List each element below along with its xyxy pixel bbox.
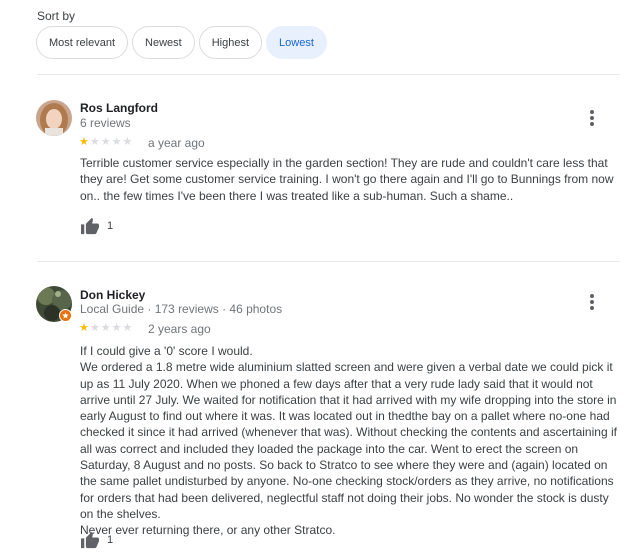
sort-by-label: Sort by <box>37 9 76 23</box>
review-paragraph: Terrible customer service especially in … <box>80 156 614 203</box>
star-rating: ★ ★ ★ ★ ★ <box>79 323 132 334</box>
star-empty-icon: ★ <box>111 322 122 334</box>
sort-chip-newest[interactable]: Newest <box>132 26 195 59</box>
review-text: Terrible customer service especially in … <box>80 155 622 204</box>
sort-chip-most-relevant[interactable]: Most relevant <box>36 26 129 59</box>
star-empty-icon: ★ <box>89 136 100 148</box>
thumb-up-icon <box>81 217 99 235</box>
star-empty-icon: ★ <box>122 136 133 148</box>
review-date: a year ago <box>148 136 205 150</box>
more-vert-icon[interactable] <box>590 110 594 126</box>
review-paragraph: We ordered a 1.8 metre wide aluminium sl… <box>80 360 617 521</box>
like-button[interactable]: 1 <box>80 217 113 235</box>
star-rating: ★ ★ ★ ★ ★ <box>79 137 132 148</box>
sort-chip-lowest[interactable]: Lowest <box>266 26 327 59</box>
local-guide-badge-icon <box>59 309 72 322</box>
sort-chip-highest[interactable]: Highest <box>198 26 263 59</box>
star-filled-icon: ★ <box>79 136 89 148</box>
review-paragraph: If I could give a '0' score I would. <box>80 344 253 358</box>
like-count: 1 <box>107 220 114 232</box>
review-text: If I could give a '0' score I would. We … <box>80 343 622 539</box>
star-empty-icon: ★ <box>100 322 111 334</box>
like-button[interactable]: 1 <box>80 531 113 549</box>
thumb-up-icon <box>81 531 99 549</box>
author-name[interactable]: Don Hickey <box>80 288 145 302</box>
star-empty-icon: ★ <box>89 322 100 334</box>
sort-chips: Most relevant Newest Highest Lowest <box>36 26 327 59</box>
divider <box>37 74 620 75</box>
star-empty-icon: ★ <box>100 136 111 148</box>
author-name[interactable]: Ros Langford <box>80 101 158 115</box>
author-meta: Local Guide · 173 reviews · 46 photos <box>80 302 283 316</box>
like-count: 1 <box>107 534 114 546</box>
avatar[interactable] <box>36 100 72 136</box>
star-filled-icon: ★ <box>79 322 89 334</box>
more-vert-icon[interactable] <box>590 294 594 310</box>
review-paragraph: Never ever returning there, or any other… <box>80 523 336 538</box>
divider <box>37 261 620 262</box>
star-empty-icon: ★ <box>122 322 133 334</box>
review-date: 2 years ago <box>148 322 211 336</box>
author-meta: 6 reviews <box>80 116 131 130</box>
star-empty-icon: ★ <box>111 136 122 148</box>
